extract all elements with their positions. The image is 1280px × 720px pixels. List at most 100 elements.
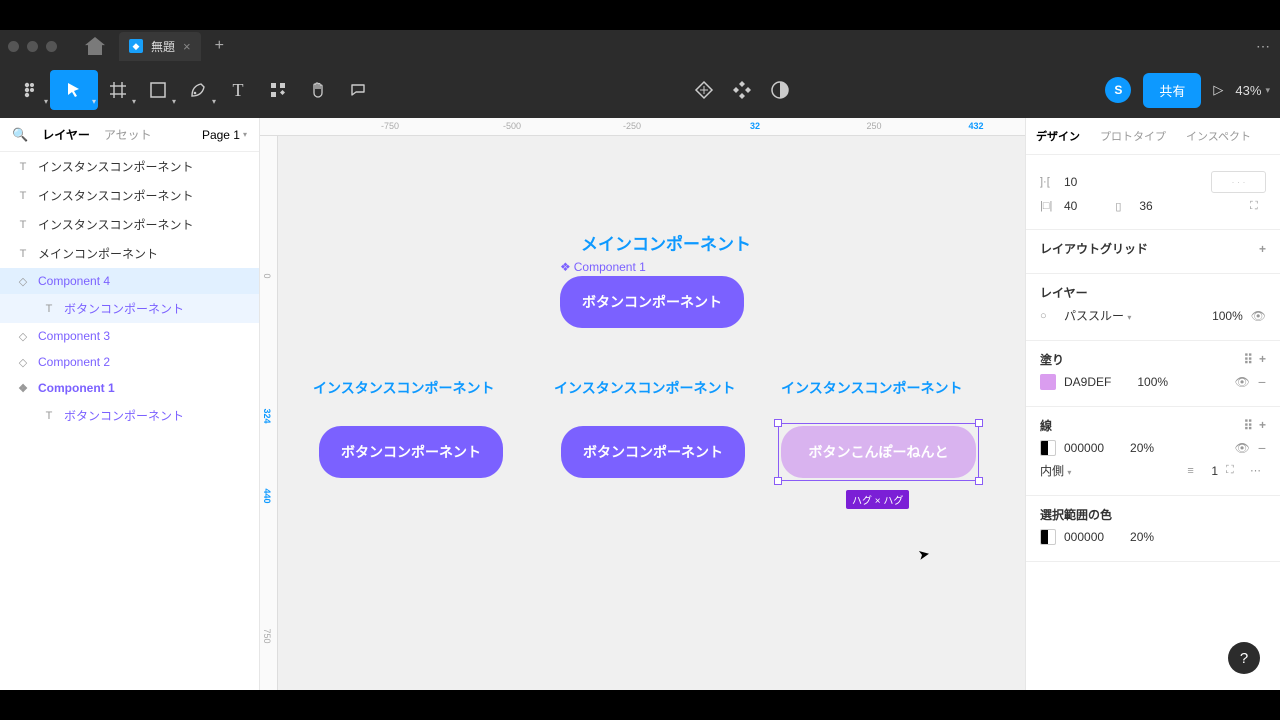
stroke-swatch[interactable]	[1040, 440, 1056, 456]
layer-item[interactable]: Tボタンコンポーネント	[0, 401, 259, 430]
close-icon[interactable]: ×	[183, 39, 191, 54]
layer-item[interactable]: ◇Component 4	[0, 268, 259, 294]
component-icon[interactable]	[732, 80, 752, 100]
sel-handle-sw[interactable]	[774, 477, 782, 485]
ruler-tick: 750	[262, 628, 272, 643]
layer-item[interactable]: Tインスタンスコンポーネント	[0, 152, 259, 181]
tab-layers[interactable]: レイヤー	[42, 126, 90, 143]
fill-visibility-icon[interactable]: 👁	[1235, 375, 1250, 389]
fill-swatch[interactable]	[1040, 374, 1056, 390]
independent-padding-icon[interactable]: ⛶	[1250, 200, 1266, 213]
layer-item[interactable]: ◇Component 2	[0, 349, 259, 375]
layer-type-icon: ❖	[16, 382, 30, 395]
stroke-weight[interactable]: 1	[1211, 464, 1218, 478]
instance-button-1[interactable]: ボタンコンポーネント	[319, 426, 503, 478]
close-dot[interactable]	[8, 41, 19, 52]
shape-tool[interactable]: ▾	[138, 70, 178, 110]
fill-opacity[interactable]: 100%	[1137, 375, 1168, 389]
stroke-hex[interactable]: 000000	[1064, 441, 1104, 455]
mask-icon[interactable]	[770, 80, 790, 100]
layer-item[interactable]: Tボタンコンポーネント	[0, 294, 259, 323]
reset-instance-icon[interactable]	[694, 80, 714, 100]
layer-label: Component 1	[38, 381, 115, 395]
remove-stroke-button[interactable]: −	[1258, 440, 1266, 456]
alignment-grid[interactable]: · · ·	[1211, 171, 1266, 193]
layout-grid-section: レイアウトグリッド +	[1026, 230, 1280, 274]
blend-mode[interactable]: パススルー ▾	[1064, 307, 1131, 324]
hug-badge: ハグ × ハグ	[846, 490, 909, 509]
sel-handle-ne[interactable]	[975, 419, 983, 427]
stroke-sides-icon[interactable]: ⛶	[1226, 464, 1242, 477]
fill-hex[interactable]: DA9DEF	[1064, 375, 1111, 389]
tab-inspect[interactable]: インスペクト	[1176, 118, 1261, 154]
remove-fill-button[interactable]: −	[1258, 374, 1266, 390]
ruler-tick: -500	[503, 121, 521, 131]
min-dot[interactable]	[27, 41, 38, 52]
comment-tool[interactable]	[338, 70, 378, 110]
home-icon[interactable]	[85, 37, 105, 55]
tab-assets[interactable]: アセット	[104, 126, 152, 143]
add-fill-button[interactable]: +	[1259, 352, 1266, 368]
file-tab[interactable]: ◆ 無題 ×	[119, 32, 201, 61]
layer-item[interactable]: Tインスタンスコンポーネント	[0, 181, 259, 210]
instance-button-2[interactable]: ボタンコンポーネント	[561, 426, 745, 478]
layers-list: TインスタンスコンポーネントTインスタンスコンポーネントTインスタンスコンポーネ…	[0, 152, 259, 430]
hand-tool[interactable]	[298, 70, 338, 110]
pad-h-value[interactable]: 40	[1064, 199, 1077, 213]
styles-icon[interactable]: ⠿	[1243, 352, 1249, 368]
layer-label: Component 4	[38, 274, 110, 288]
tab-design[interactable]: デザイン	[1026, 118, 1090, 154]
layer-label: Component 2	[38, 355, 110, 369]
pen-tool[interactable]: ▾	[178, 70, 218, 110]
component-badge[interactable]: ❖Component 1	[560, 260, 646, 274]
sel-color-opacity[interactable]: 20%	[1130, 530, 1154, 544]
ruler-tick: 0	[262, 273, 272, 278]
layer-item[interactable]: ❖ Component 1	[0, 375, 259, 401]
layer-label: インスタンスコンポーネント	[38, 158, 194, 175]
main-menu-button[interactable]: ▾	[10, 70, 50, 110]
layer-item[interactable]: ◇Component 3	[0, 323, 259, 349]
styles-icon[interactable]: ⠿	[1243, 418, 1249, 434]
sel-handle-nw[interactable]	[774, 419, 782, 427]
search-icon[interactable]: 🔍	[12, 127, 28, 143]
stroke-position[interactable]: 内側 ▾	[1040, 462, 1071, 479]
window-traffic-lights	[8, 41, 57, 52]
avatar[interactable]: S	[1105, 77, 1131, 103]
fill-label: 塗り	[1040, 351, 1064, 368]
gap-value[interactable]: 10	[1064, 175, 1077, 189]
resources-tool[interactable]	[258, 70, 298, 110]
sel-color-hex[interactable]: 000000	[1064, 530, 1104, 544]
new-tab-button[interactable]: +	[215, 37, 224, 55]
main-button[interactable]: ボタンコンポーネント	[560, 276, 744, 328]
present-icon[interactable]: ▷	[1213, 82, 1223, 98]
text-tool[interactable]: T	[218, 70, 258, 110]
move-tool[interactable]: ▾	[50, 70, 98, 110]
pad-v-value[interactable]: 36	[1139, 199, 1152, 213]
instance-title-3: インスタンスコンポーネント	[781, 378, 962, 398]
sel-handle-se[interactable]	[975, 477, 983, 485]
zoom-select[interactable]: 43%▾	[1235, 83, 1270, 98]
layer-section: レイヤー ○ パススルー ▾ 100% 👁	[1026, 274, 1280, 341]
visibility-icon[interactable]: 👁	[1251, 309, 1266, 323]
stroke-visibility-icon[interactable]: 👁	[1235, 441, 1250, 455]
add-stroke-button[interactable]: +	[1259, 418, 1266, 434]
help-button[interactable]: ?	[1228, 642, 1260, 674]
overflow-menu-icon[interactable]: ⋯	[1256, 38, 1272, 55]
layer-opacity[interactable]: 100%	[1212, 309, 1243, 323]
add-grid-button[interactable]: +	[1259, 242, 1266, 256]
stroke-weight-icon: ≡	[1187, 465, 1203, 477]
layer-item[interactable]: Tインスタンスコンポーネント	[0, 210, 259, 239]
sel-color-swatch[interactable]	[1040, 529, 1056, 545]
stroke-advanced-icon[interactable]: ⋯	[1250, 464, 1266, 477]
frame-tool[interactable]: ▾	[98, 70, 138, 110]
max-dot[interactable]	[46, 41, 57, 52]
share-button[interactable]: 共有	[1143, 73, 1201, 108]
tab-prototype[interactable]: プロトタイプ	[1090, 118, 1176, 154]
layer-label: インスタンスコンポーネント	[38, 216, 194, 233]
canvas[interactable]: -750-500-25032250432 0324440750 メインコンポーネ…	[260, 118, 1025, 690]
layer-label: ボタンコンポーネント	[64, 300, 184, 317]
page-select[interactable]: Page 1▾	[202, 128, 247, 142]
stroke-opacity[interactable]: 20%	[1130, 441, 1154, 455]
layer-item[interactable]: Tメインコンポーネント	[0, 239, 259, 268]
canvas-stage[interactable]: メインコンポーネント ❖Component 1 ボタンコンポーネント インスタン…	[278, 136, 1025, 690]
